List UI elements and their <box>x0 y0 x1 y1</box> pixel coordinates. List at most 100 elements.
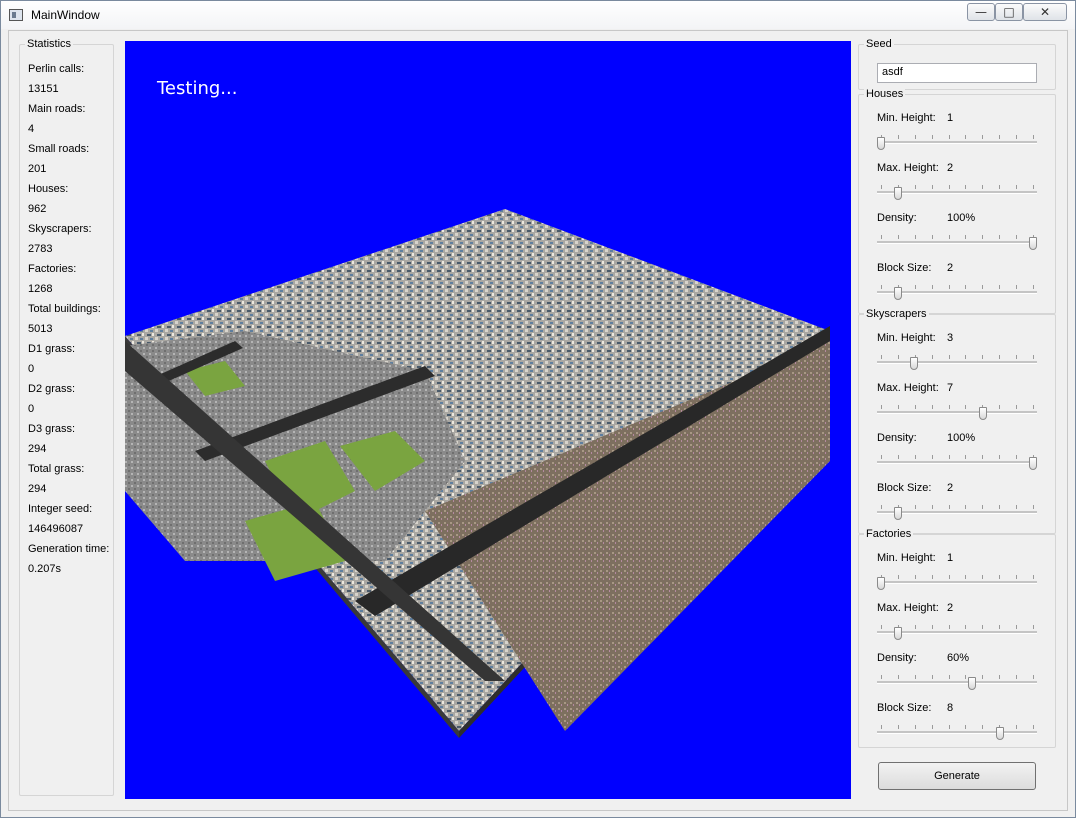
slider-tick <box>881 285 882 289</box>
factories-min-height-slider[interactable] <box>877 574 1037 590</box>
slider-handle[interactable] <box>978 407 987 420</box>
factories-block-size-value: 8 <box>947 702 954 714</box>
close-button[interactable]: ✕ <box>1023 3 1067 21</box>
slider-groove[interactable] <box>877 235 1037 250</box>
houses-block-size-slider[interactable] <box>877 284 1037 300</box>
slider-tick <box>1033 405 1034 409</box>
slider-handle[interactable] <box>910 357 919 370</box>
skyscrapers-density-slider[interactable] <box>877 454 1037 470</box>
slider-tick <box>881 455 882 459</box>
houses-density-label: Density: <box>877 212 917 224</box>
slider-handle[interactable] <box>893 507 902 520</box>
slider-handle[interactable] <box>995 727 1004 740</box>
factories-density-label: Density: <box>877 652 917 664</box>
stat-value: 146496087 <box>28 523 84 535</box>
slider-tick <box>965 285 967 289</box>
slider-tick <box>948 625 950 629</box>
houses-block-size-value: 2 <box>947 262 954 274</box>
slider-groove[interactable] <box>877 675 1037 690</box>
factories-max-height-slider[interactable] <box>877 624 1037 640</box>
slider-tick <box>914 285 916 289</box>
factories-density-slider[interactable] <box>877 674 1037 690</box>
city-scene <box>125 209 830 738</box>
slider-groove[interactable] <box>877 405 1037 420</box>
slider-tick <box>881 505 882 509</box>
slider-groove[interactable] <box>877 185 1037 200</box>
slider-tick <box>1016 285 1018 289</box>
slider-tick <box>931 725 933 729</box>
slider-groove[interactable] <box>877 135 1037 150</box>
slider-handle[interactable] <box>893 627 902 640</box>
slider-tick <box>1033 575 1034 579</box>
skyscrapers-min-height-slider[interactable] <box>877 354 1037 370</box>
slider-tick <box>948 135 950 139</box>
slider-tick <box>982 185 984 189</box>
slider-handle[interactable] <box>1029 457 1037 470</box>
slider-handle[interactable] <box>877 137 885 150</box>
slider-tick <box>1016 355 1018 359</box>
stat-value: 0 <box>28 363 35 375</box>
slider-groove[interactable] <box>877 455 1037 470</box>
slider-handle[interactable] <box>1029 237 1037 250</box>
skyscrapers-max-height-value: 7 <box>947 382 954 394</box>
slider-tick <box>914 455 916 459</box>
skyscrapers-max-height-slider[interactable] <box>877 404 1037 420</box>
slider-tick <box>931 185 933 189</box>
stat-value: 4 <box>28 123 35 135</box>
slider-handle[interactable] <box>968 677 977 690</box>
factories-block-size-slider[interactable] <box>877 724 1037 740</box>
generate-button[interactable]: Generate <box>878 762 1036 790</box>
slider-tick <box>1016 135 1018 139</box>
slider-handle[interactable] <box>877 577 885 590</box>
slider-tick <box>897 455 899 459</box>
skyscrapers-density-value: 100% <box>947 432 976 444</box>
minimize-button[interactable]: — <box>967 3 995 21</box>
maximize-button[interactable]: □ <box>995 3 1023 21</box>
slider-tick <box>948 725 950 729</box>
slider-handle[interactable] <box>893 187 902 200</box>
seed-input[interactable]: asdf <box>877 63 1037 83</box>
skyscrapers-block-size-slider[interactable] <box>877 504 1037 520</box>
slider-tick <box>897 575 899 579</box>
slider-tick <box>931 405 933 409</box>
slider-tick <box>931 135 933 139</box>
stat-label: Perlin calls: <box>28 63 85 75</box>
slider-tick <box>1033 285 1034 289</box>
slider-tick <box>948 285 950 289</box>
slider-groove[interactable] <box>877 285 1037 300</box>
slider-tick <box>1016 505 1018 509</box>
slider-tick <box>982 455 984 459</box>
skyscrapers-block-size-value: 2 <box>947 482 954 494</box>
stat-value: 5013 <box>28 323 53 335</box>
slider-tick <box>948 575 950 579</box>
slider-tick <box>1016 625 1018 629</box>
slider-groove[interactable] <box>877 575 1037 590</box>
skyscrapers-group: Skyscrapers Min. Height: 3 Max. Height: … <box>858 308 1056 534</box>
houses-group: Houses Min. Height: 1 Max. Height: 2 Den… <box>858 88 1056 314</box>
slider-groove[interactable] <box>877 725 1037 740</box>
slider-tick <box>948 355 950 359</box>
title-bar[interactable]: MainWindow — □ ✕ <box>1 1 1075 29</box>
factories-min-height-value: 1 <box>947 552 954 564</box>
stat-value: 962 <box>28 203 47 215</box>
slider-groove[interactable] <box>877 355 1037 370</box>
slider-tick <box>914 135 916 139</box>
slider-tick <box>965 725 967 729</box>
slider-tick <box>982 235 984 239</box>
slider-tick <box>948 675 950 679</box>
houses-density-slider[interactable] <box>877 234 1037 250</box>
seed-group: Seed asdf <box>858 38 1056 90</box>
slider-tick <box>914 185 916 189</box>
overlay-text: Testing... <box>157 78 238 99</box>
slider-tick <box>1033 675 1034 679</box>
houses-min-height-slider[interactable] <box>877 134 1037 150</box>
slider-tick <box>1033 135 1034 139</box>
slider-groove[interactable] <box>877 505 1037 520</box>
slider-groove[interactable] <box>877 625 1037 640</box>
slider-handle[interactable] <box>893 287 902 300</box>
slider-tick <box>881 355 882 359</box>
houses-max-height-slider[interactable] <box>877 184 1037 200</box>
render-viewport[interactable]: Testing... <box>125 41 851 799</box>
slider-tick <box>965 185 967 189</box>
stat-label: Main roads: <box>28 103 86 115</box>
